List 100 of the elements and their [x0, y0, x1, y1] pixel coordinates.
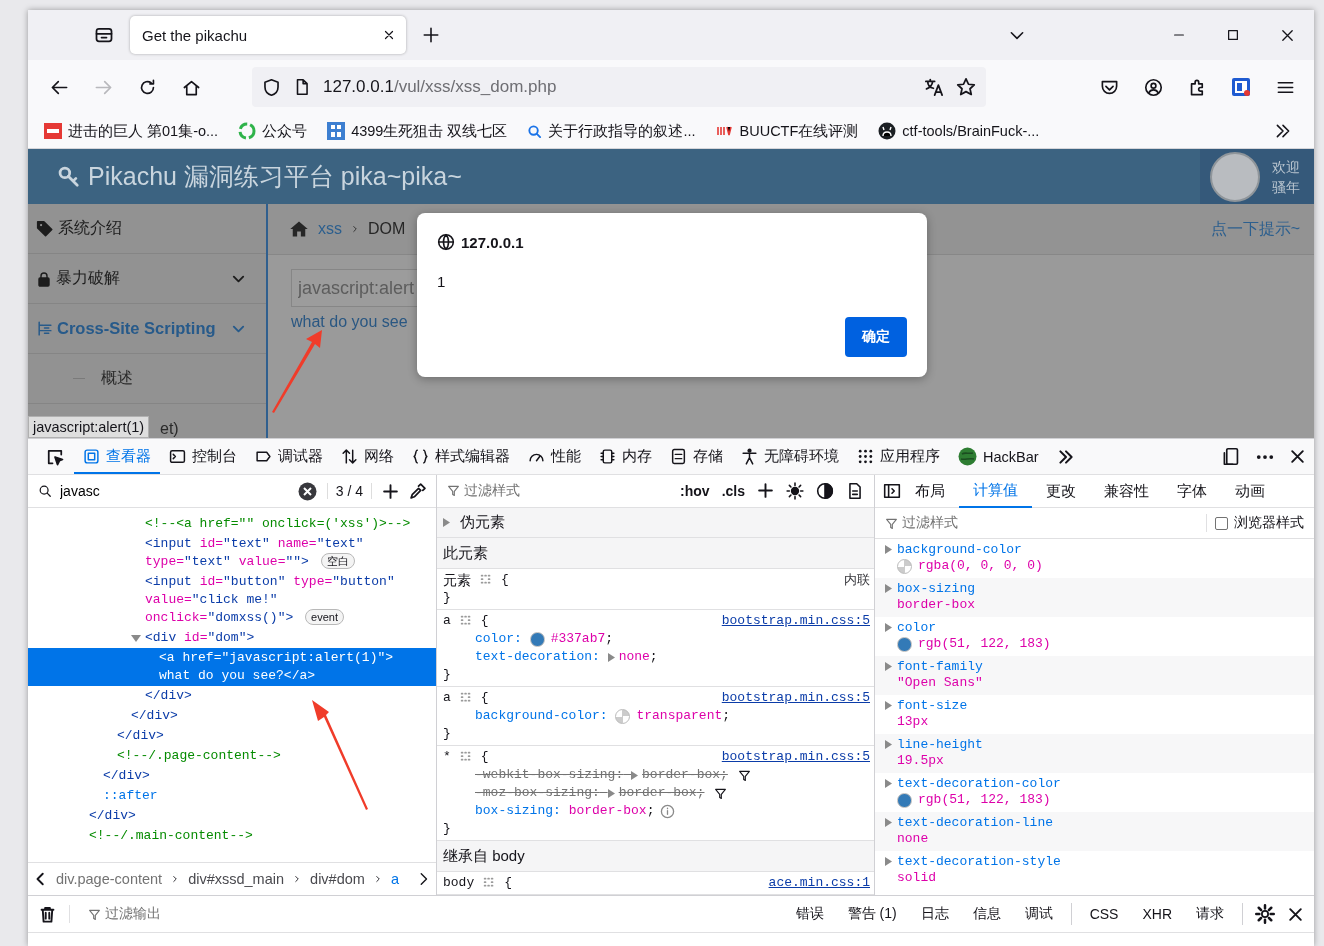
expand-triangle-icon[interactable]	[885, 701, 892, 710]
markup-comment[interactable]: <!--/.page-content-->	[117, 747, 432, 765]
browser-tab[interactable]: Get the pikachu	[130, 16, 406, 54]
plus-icon[interactable]	[382, 482, 399, 500]
bookmark-item[interactable]: 4399生死狙击 双线七区	[327, 121, 508, 141]
request-type-filter[interactable]: 请求	[1190, 905, 1230, 923]
expand-triangle-icon[interactable]	[885, 545, 892, 554]
markup-badge[interactable]: 空白	[320, 553, 355, 569]
stylesheet-link[interactable]: bootstrap.min.css:5	[721, 612, 870, 631]
devtools-tab[interactable]: 网络	[332, 439, 403, 474]
expand-triangle-icon[interactable]	[607, 788, 615, 798]
computed-property[interactable]: text-decoration-style solid	[875, 851, 1314, 890]
property-value[interactable]: none	[618, 648, 650, 667]
sidebar-tab[interactable]: 计算值	[959, 474, 1032, 508]
property-name[interactable]: -webkit-box-sizing:	[475, 766, 624, 785]
document-icon[interactable]	[846, 481, 864, 500]
computed-property[interactable]: background-color rgba(0, 0, 0, 0)	[875, 539, 1314, 578]
breadcrumb-item[interactable]: div#dom	[310, 871, 365, 887]
address-bar[interactable]: 127.0.0.1/vul/xss/xss_dom.php	[252, 67, 986, 107]
log-level-filter[interactable]: 日志	[914, 905, 955, 923]
gear-icon[interactable]	[1255, 904, 1275, 924]
computed-property[interactable]: box-sizing border-box	[875, 578, 1314, 617]
bookmark-item[interactable]: 进击的巨人 第01集-o...	[44, 121, 219, 141]
trash-icon[interactable]	[38, 904, 57, 924]
request-type-filter[interactable]: CSS	[1083, 906, 1125, 922]
sidebar-tab[interactable]: 动画	[1221, 474, 1279, 508]
devtools-tab[interactable]: 查看器	[74, 439, 160, 474]
sidebar-item[interactable]: 暴力破解	[28, 254, 266, 304]
property-value[interactable]: border-box	[642, 766, 721, 785]
stylesheet-link[interactable]: bootstrap.min.css:5	[721, 689, 870, 708]
property-value[interactable]: border-box	[618, 784, 697, 803]
filter-styles-field[interactable]: 过滤样式	[885, 514, 1206, 532]
devtools-tab[interactable]: 性能	[519, 439, 590, 474]
contrast-icon[interactable]	[816, 481, 834, 500]
closing-tag[interactable]: </div>	[89, 807, 432, 825]
devtools-tab[interactable]: 样式编辑器	[403, 439, 519, 474]
closing-tag[interactable]: </div>	[145, 687, 432, 705]
breadcrumb-item[interactable]: div#xssd_main	[188, 871, 285, 887]
property-name[interactable]: text-decoration:	[475, 648, 600, 667]
expand-triangle-icon[interactable]	[631, 770, 639, 780]
expand-triangle-icon[interactable]	[885, 623, 892, 632]
sidebar-tab[interactable]: 兼容性	[1090, 474, 1163, 508]
expand-triangle-icon[interactable]	[885, 779, 892, 788]
sidebar-tab[interactable]: 更改	[1032, 474, 1090, 508]
bookmark-item[interactable]: 关于行政指导的叙述...	[527, 121, 696, 141]
search-field[interactable]: javasc	[58, 482, 292, 500]
breadcrumb-item[interactable]: a	[390, 871, 399, 887]
bookmark-item[interactable]: BUUCTF在线评测	[715, 121, 859, 141]
hov-toggle[interactable]: :hov	[680, 482, 710, 499]
computed-property[interactable]: text-decoration-line none	[875, 812, 1314, 851]
section-heading[interactable]: 伪元素	[460, 513, 505, 533]
computed-property[interactable]: font-family "Open Sans"	[875, 656, 1314, 695]
close-icon[interactable]	[1289, 448, 1306, 465]
devtools-tab[interactable]: HackBar	[949, 439, 1048, 474]
closing-tag[interactable]: </div>	[117, 727, 432, 745]
log-level-filter[interactable]: 警告 (1)	[841, 905, 903, 923]
property-value[interactable]: border-box	[568, 802, 647, 821]
confirm-button[interactable]: 确定	[845, 317, 907, 357]
pseudo-element-line[interactable]: ::after	[103, 787, 432, 805]
log-level-filter[interactable]: 错误	[789, 905, 830, 923]
computed-property[interactable]: line-height 19.5px	[875, 734, 1314, 773]
property-name[interactable]: -moz-box-sizing:	[475, 784, 600, 803]
star-icon[interactable]	[956, 77, 976, 97]
markup-comment[interactable]: <!--<a href="" onclick=('xss')>-->	[145, 515, 432, 533]
property-name[interactable]: background-color:	[475, 707, 608, 726]
sidebar-tab[interactable]: 布局	[901, 474, 959, 508]
sidebar-item[interactable]: 系统介绍	[28, 204, 266, 254]
stylesheet-link[interactable]: ace.min.css:1	[768, 874, 870, 892]
log-level-filter[interactable]: 调试	[1018, 905, 1059, 923]
markup-badge[interactable]: event	[305, 609, 344, 625]
sun-icon[interactable]	[786, 481, 804, 500]
closing-tag[interactable]: </div>	[103, 767, 432, 785]
cls-toggle[interactable]: .cls	[721, 482, 745, 499]
filter-output-field[interactable]: 过滤输出	[69, 905, 778, 923]
expand-triangle-icon[interactable]	[607, 652, 615, 662]
expand-triangle-icon[interactable]	[885, 662, 892, 671]
devtools-tab[interactable]: 应用程序	[848, 439, 949, 474]
devtools-tab[interactable]: 调试器	[246, 439, 332, 474]
collapse-triangle-icon[interactable]	[131, 634, 141, 642]
filter-styles-field[interactable]: 过滤样式	[447, 481, 669, 500]
property-value[interactable]: transparent	[636, 707, 723, 726]
clear-icon[interactable]	[297, 481, 317, 501]
devtools-tab[interactable]: 存储	[661, 439, 732, 474]
stylesheet-link[interactable]: bootstrap.min.css:5	[721, 748, 870, 767]
translate-icon[interactable]	[924, 77, 944, 97]
property-name[interactable]: box-sizing:	[475, 802, 561, 821]
computed-property[interactable]: color rgb(51, 122, 183)	[875, 617, 1314, 656]
expand-triangle-icon[interactable]	[443, 518, 450, 528]
plus-icon[interactable]	[757, 482, 774, 500]
close-icon[interactable]	[382, 28, 396, 42]
eyedropper-icon[interactable]	[409, 482, 426, 500]
computed-property[interactable]: text-decoration-color rgb(51, 122, 183)	[875, 773, 1314, 812]
sidebar-item[interactable]: 概述	[28, 354, 266, 404]
expand-triangle-icon[interactable]	[885, 584, 892, 593]
sidebar-tab[interactable]: 字体	[1163, 474, 1221, 508]
markup-line[interactable]: <div id="dom">	[28, 628, 436, 648]
breadcrumb-item[interactable]: div.page-content	[56, 871, 163, 887]
property-name[interactable]: color:	[475, 630, 522, 649]
expand-triangle-icon[interactable]	[885, 818, 892, 827]
markup-comment[interactable]: <!--/.main-content-->	[89, 827, 432, 845]
